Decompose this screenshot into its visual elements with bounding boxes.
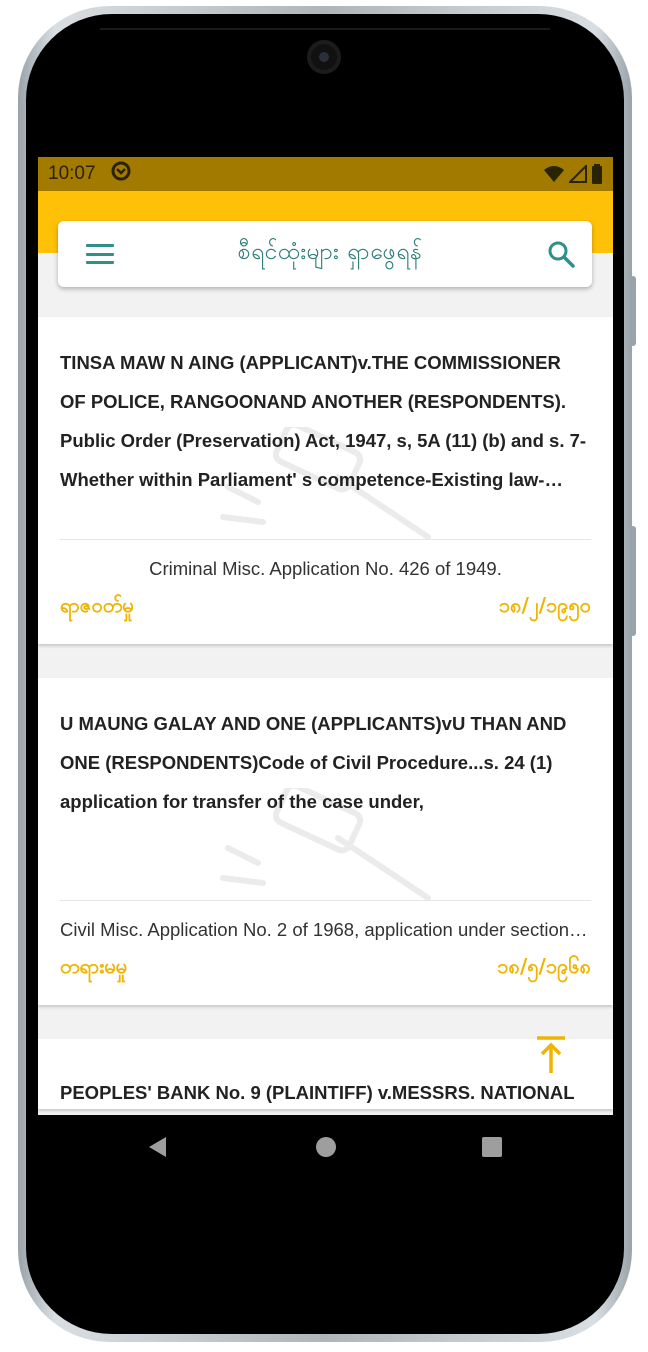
search-title[interactable]: စီရင်ထုံးများ ရှာဖွေရန်: [114, 237, 546, 271]
power-button: [630, 526, 636, 636]
case-list: TINSA MAW N AING (APPLICANT)v.THE COMMIS…: [38, 317, 613, 1115]
volume-button: [630, 276, 636, 346]
front-camera: [307, 40, 341, 74]
search-icon[interactable]: [546, 239, 576, 269]
navigation-bar: [38, 1115, 613, 1179]
case-card-body: U MAUNG GALAY AND ONE (APPLICANTS)vU THA…: [38, 678, 613, 900]
case-meta: ရာဇဝတ်မှု ၁၈/၂/၁၉၅၀: [60, 592, 591, 622]
status-icons: [543, 164, 603, 184]
case-meta: တရားမမှု ၁၈/၅/၁၉၆၈: [60, 953, 591, 983]
status-bar: 10:07: [38, 157, 613, 191]
scroll-to-top-icon[interactable]: [534, 1035, 568, 1075]
case-title: PEOPLES' BANK No. 9 (PLAINTIFF) v.MESSRS…: [60, 1082, 575, 1103]
case-card-body: PEOPLES' BANK No. 9 (PLAINTIFF) v.MESSRS…: [38, 1039, 613, 1109]
case-date: ၁၈/၅/၁၉၆၈: [497, 954, 591, 978]
case-card-body: TINSA MAW N AING (APPLICANT)v.THE COMMIS…: [38, 317, 613, 539]
menu-icon[interactable]: [86, 244, 114, 264]
back-icon[interactable]: [146, 1135, 170, 1159]
speaker-grille: [100, 28, 550, 30]
case-card[interactable]: TINSA MAW N AING (APPLICANT)v.THE COMMIS…: [38, 317, 613, 644]
status-time: 10:07: [48, 163, 96, 184]
signal-icon: [569, 165, 587, 183]
case-number: Criminal Misc. Application No. 426 of 19…: [149, 558, 502, 579]
app-screen: 10:07 စီရင်ထုံးများ ရှာဖွေရန် TINSA MAW …: [38, 157, 613, 1115]
battery-icon: [592, 164, 602, 184]
case-date: ၁၈/၂/၁၉၅၀: [498, 593, 591, 617]
case-number: Civil Misc. Application No. 2 of 1968, a…: [60, 919, 591, 940]
home-icon[interactable]: [314, 1135, 338, 1159]
search-bar[interactable]: စီရင်ထုံးများ ရှာဖွေရန်: [58, 221, 592, 287]
recents-icon[interactable]: [480, 1135, 504, 1159]
case-card-footer: Civil Misc. Application No. 2 of 1968, a…: [38, 901, 613, 1005]
sync-icon: [110, 160, 132, 188]
case-category: ရာဇဝတ်မှု: [60, 593, 134, 617]
case-card[interactable]: U MAUNG GALAY AND ONE (APPLICANTS)vU THA…: [38, 678, 613, 1005]
case-card-footer: Criminal Misc. Application No. 426 of 19…: [38, 540, 613, 644]
case-category: တရားမမှု: [60, 954, 128, 978]
case-card[interactable]: PEOPLES' BANK No. 9 (PLAINTIFF) v.MESSRS…: [38, 1039, 613, 1109]
wifi-icon: [544, 166, 564, 182]
case-title: TINSA MAW N AING (APPLICANT)v.THE COMMIS…: [60, 352, 587, 490]
case-title: U MAUNG GALAY AND ONE (APPLICANTS)vU THA…: [60, 713, 567, 812]
